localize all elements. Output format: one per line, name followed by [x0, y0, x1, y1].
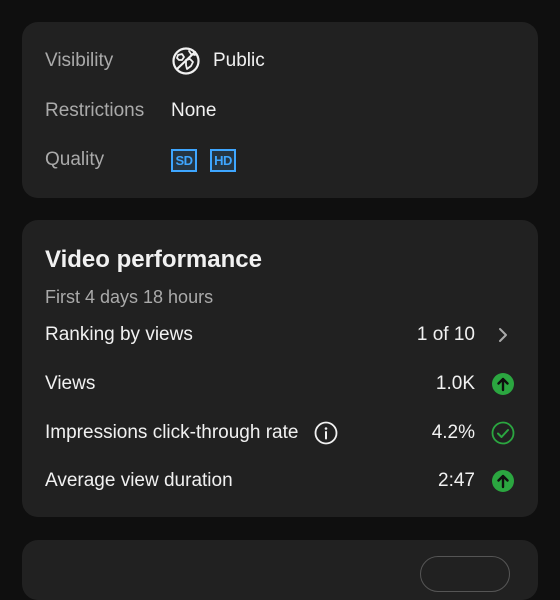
arrow-up-circle-icon — [491, 469, 515, 493]
performance-subtitle: First 4 days 18 hours — [45, 287, 214, 307]
chevron-right-icon — [491, 323, 515, 347]
views-row: Views 1.0K — [45, 369, 515, 399]
ctr-row: Impressions click-through rate 4.2% — [45, 418, 515, 448]
hd-badge: HD — [210, 148, 236, 172]
restrictions-row[interactable]: Restrictions None — [45, 96, 515, 126]
quality-row: Quality SD HD — [45, 145, 515, 175]
ranking-row[interactable]: Ranking by views 1 of 10 — [45, 320, 515, 350]
views-label: Views — [45, 373, 96, 394]
ctr-value: 4.2% — [431, 422, 475, 443]
sd-badge: SD — [171, 148, 197, 172]
globe-icon — [171, 46, 201, 76]
avd-value: 2:47 — [438, 470, 475, 491]
ranking-label: Ranking by views — [45, 324, 193, 345]
card-action-button[interactable] — [420, 556, 510, 592]
arrow-up-circle-icon — [491, 372, 515, 396]
ranking-value: 1 of 10 — [416, 324, 475, 345]
views-value: 1.0K — [435, 373, 475, 394]
quality-label: Quality — [45, 149, 105, 170]
video-performance-card: Video performance First 4 days 18 hours … — [22, 220, 538, 517]
visibility-label: Visibility — [45, 50, 114, 71]
visibility-value: Public — [213, 50, 265, 71]
visibility-row[interactable]: Visibility Public — [45, 46, 515, 76]
video-details-card: Visibility Public Restrictions None Qual… — [22, 22, 538, 198]
restrictions-value: None — [171, 100, 217, 121]
info-icon[interactable] — [314, 421, 338, 445]
performance-title: Video performance — [45, 246, 262, 273]
avd-row: Average view duration 2:47 — [45, 466, 515, 496]
next-card — [22, 540, 538, 600]
ctr-label: Impressions click-through rate — [45, 422, 299, 443]
check-circle-icon — [491, 421, 515, 445]
avd-label: Average view duration — [45, 470, 233, 491]
restrictions-label: Restrictions — [45, 100, 145, 121]
